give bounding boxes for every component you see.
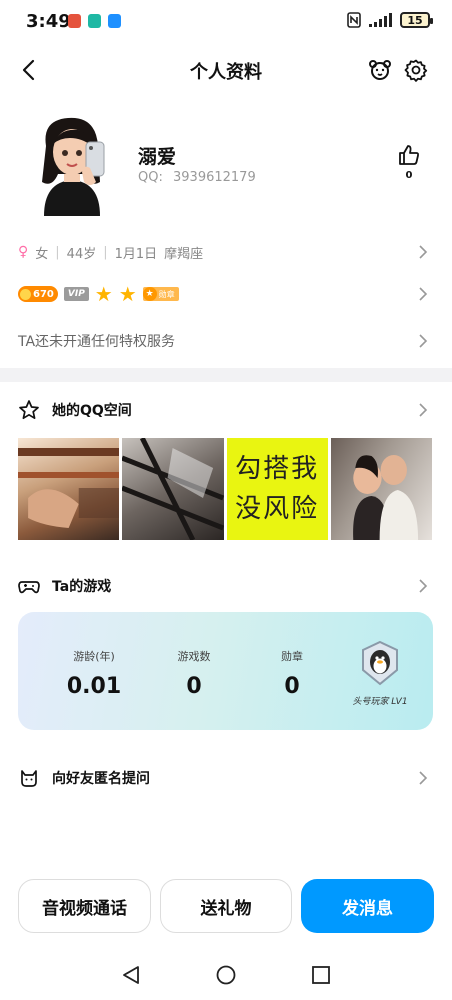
- qq-number-value: 3939612179: [173, 170, 256, 185]
- qzone-row[interactable]: 她的QQ空间: [0, 390, 452, 430]
- cat-icon: [21, 770, 37, 787]
- stat-label: 游戏数: [177, 650, 211, 663]
- nickname: 溺爱: [138, 146, 177, 168]
- anonymous-question-title: 向好友匿名提问: [52, 771, 150, 787]
- game-stat: 勋章 0: [252, 648, 332, 699]
- star-icon: ★: [118, 282, 137, 306]
- privilege-row[interactable]: TA还未开通任何特权服务: [0, 321, 452, 361]
- zodiac: 摩羯座: [164, 246, 204, 262]
- chevron-right-icon: [419, 579, 428, 593]
- qzone-photo[interactable]: [18, 438, 120, 540]
- signal-icon: [369, 13, 392, 27]
- notification-app-icon: [108, 14, 121, 28]
- battery-level: 15: [407, 13, 423, 27]
- recents-nav-icon[interactable]: [310, 964, 332, 986]
- header: 个人资料: [0, 48, 452, 92]
- penguin-badge-icon: [362, 640, 398, 686]
- coin-icon: [20, 288, 31, 300]
- stat-value: 0.01: [66, 674, 122, 699]
- system-nav-bar: [0, 950, 452, 1000]
- level-badge: 头号玩家 LV1: [352, 640, 408, 707]
- chevron-right-icon: [419, 403, 428, 417]
- medal-icon: ★: [142, 287, 157, 301]
- badges-row[interactable]: 670 VIP ★ ★ ★ 勋章: [0, 274, 452, 314]
- coin-badge: 670: [18, 286, 58, 302]
- gender: 女: [35, 246, 49, 262]
- female-gender-icon: ♀: [18, 244, 29, 260]
- level-title: 头号玩家 LV1: [352, 697, 408, 707]
- privilege-text: TA还未开通任何特权服务: [18, 334, 176, 350]
- chevron-right-icon: [419, 245, 428, 259]
- notification-app-icon: [88, 14, 101, 28]
- qzone-photo[interactable]: [330, 438, 432, 540]
- medal-label: 勋章: [158, 289, 175, 299]
- gamepad-icon: [18, 581, 40, 594]
- stat-label: 游龄(年): [73, 650, 115, 663]
- battery-icon: 15: [400, 12, 433, 28]
- send-message-button[interactable]: 发消息: [301, 879, 434, 933]
- qzone-photos: 勾搭我 没风险: [18, 438, 432, 540]
- photo-text-line: 没风险: [235, 494, 320, 524]
- separator: |: [55, 244, 60, 260]
- avatar[interactable]: [26, 112, 118, 216]
- star-outline-icon: [19, 400, 39, 420]
- game-stat: 游戏数 0: [154, 648, 234, 699]
- qzone-title: 她的QQ空间: [52, 403, 132, 419]
- back-arrow-icon[interactable]: [18, 56, 40, 84]
- games-row[interactable]: Ta的游戏: [0, 566, 452, 606]
- basic-info-row[interactable]: ♀ 女 | 44岁 | 1月1日 摩羯座: [0, 232, 452, 272]
- like-button[interactable]: 0: [396, 144, 422, 181]
- qq-number: QQ: 3939612179: [138, 170, 256, 185]
- age: 44岁: [66, 246, 97, 262]
- gear-icon[interactable]: [404, 58, 428, 82]
- qq-label: QQ:: [138, 170, 163, 185]
- qzone-photo[interactable]: 勾搭我 没风险: [226, 438, 328, 540]
- nfc-icon: [347, 12, 361, 28]
- birthday: 1月1日: [114, 246, 158, 262]
- pet-face-icon[interactable]: [368, 58, 392, 82]
- section-divider: [0, 368, 452, 382]
- chevron-right-icon: [419, 287, 428, 301]
- home-nav-icon[interactable]: [215, 964, 237, 986]
- status-time: 3:49: [26, 11, 71, 32]
- game-stat: 游龄(年) 0.01: [54, 648, 134, 699]
- medal-badge: ★ 勋章: [142, 287, 179, 301]
- back-nav-icon[interactable]: [120, 964, 142, 986]
- thumbs-up-icon: [399, 145, 419, 165]
- like-count: 0: [405, 170, 413, 181]
- separator: |: [103, 244, 108, 260]
- coin-count: 670: [33, 288, 54, 300]
- star-icon: ★: [94, 282, 113, 306]
- game-stats-card[interactable]: 游龄(年) 0.01 游戏数 0 勋章 0 头号玩家 LV1: [18, 612, 433, 730]
- qzone-photo[interactable]: [122, 438, 224, 540]
- video-call-button[interactable]: 音视频通话: [18, 879, 151, 933]
- vip-badge: VIP: [63, 287, 89, 301]
- games-title: Ta的游戏: [52, 579, 112, 595]
- notification-app-icon: [68, 14, 81, 28]
- chevron-right-icon: [419, 771, 428, 785]
- chevron-right-icon: [419, 334, 428, 348]
- stat-value: 0: [186, 674, 202, 699]
- status-bar: 3:49 15: [0, 0, 452, 44]
- photo-text-line: 勾搭我: [235, 454, 320, 484]
- send-gift-button[interactable]: 送礼物: [160, 879, 292, 933]
- stat-label: 勋章: [281, 650, 303, 663]
- anonymous-question-row[interactable]: 向好友匿名提问: [0, 758, 452, 798]
- stat-value: 0: [284, 674, 300, 699]
